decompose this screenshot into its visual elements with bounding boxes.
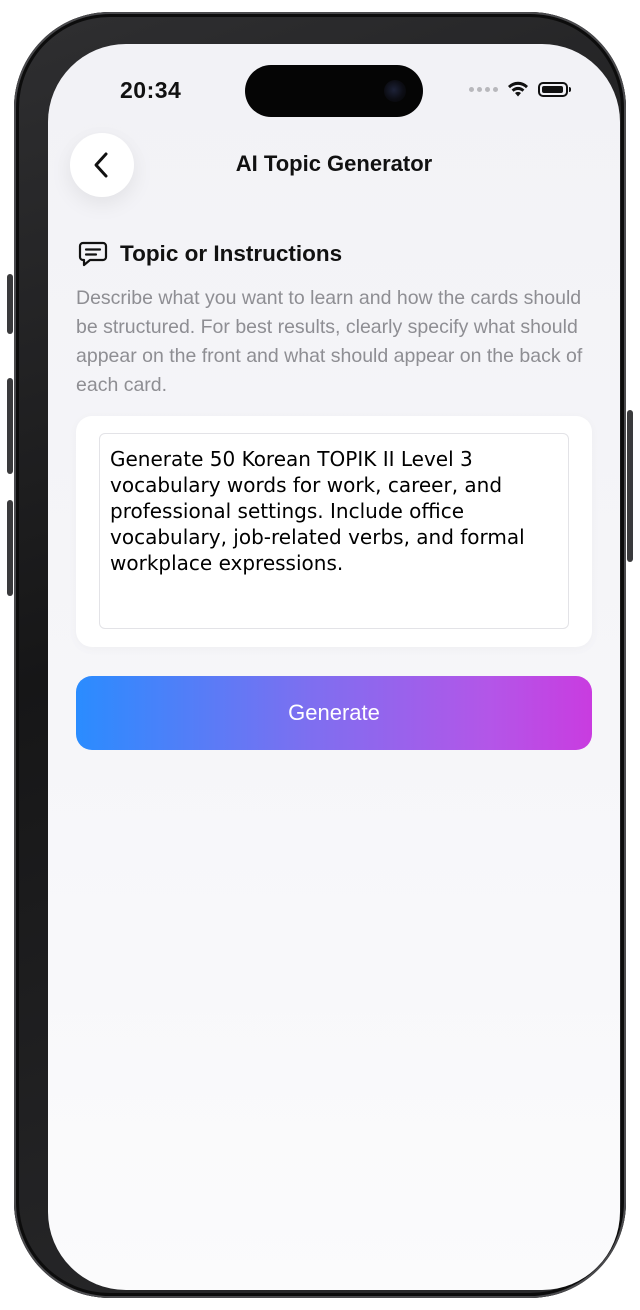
phone-frame: 20:34 AI Topic Generator Topic or Instru… <box>14 12 626 1298</box>
battery-icon <box>538 81 571 97</box>
section-header: Topic or Instructions <box>78 240 342 268</box>
signal-icon <box>469 86 498 92</box>
wifi-icon <box>508 81 528 97</box>
prompt-input[interactable]: Generate 50 Korean TOPIK II Level 3 voca… <box>99 433 569 629</box>
volume-up-button <box>7 378 13 474</box>
device-mockup: 20:34 AI Topic Generator Topic or Instru… <box>0 0 640 1310</box>
dynamic-island <box>245 65 423 117</box>
power-button <box>627 410 633 562</box>
volume-down-button <box>7 500 13 596</box>
screen: 20:34 AI Topic Generator Topic or Instru… <box>48 44 620 1290</box>
prompt-card: Generate 50 Korean TOPIK II Level 3 voca… <box>76 416 592 647</box>
status-time: 20:34 <box>120 77 182 103</box>
section-title: Topic or Instructions <box>120 241 343 266</box>
page-title: AI Topic Generator <box>235 151 433 176</box>
message-lines-icon <box>78 241 108 267</box>
action-button <box>7 274 13 334</box>
front-camera <box>384 80 406 102</box>
section-description: Describe what you want to learn and how … <box>76 287 583 396</box>
generate-button[interactable]: Generate <box>76 676 592 750</box>
status-icons <box>469 80 571 98</box>
